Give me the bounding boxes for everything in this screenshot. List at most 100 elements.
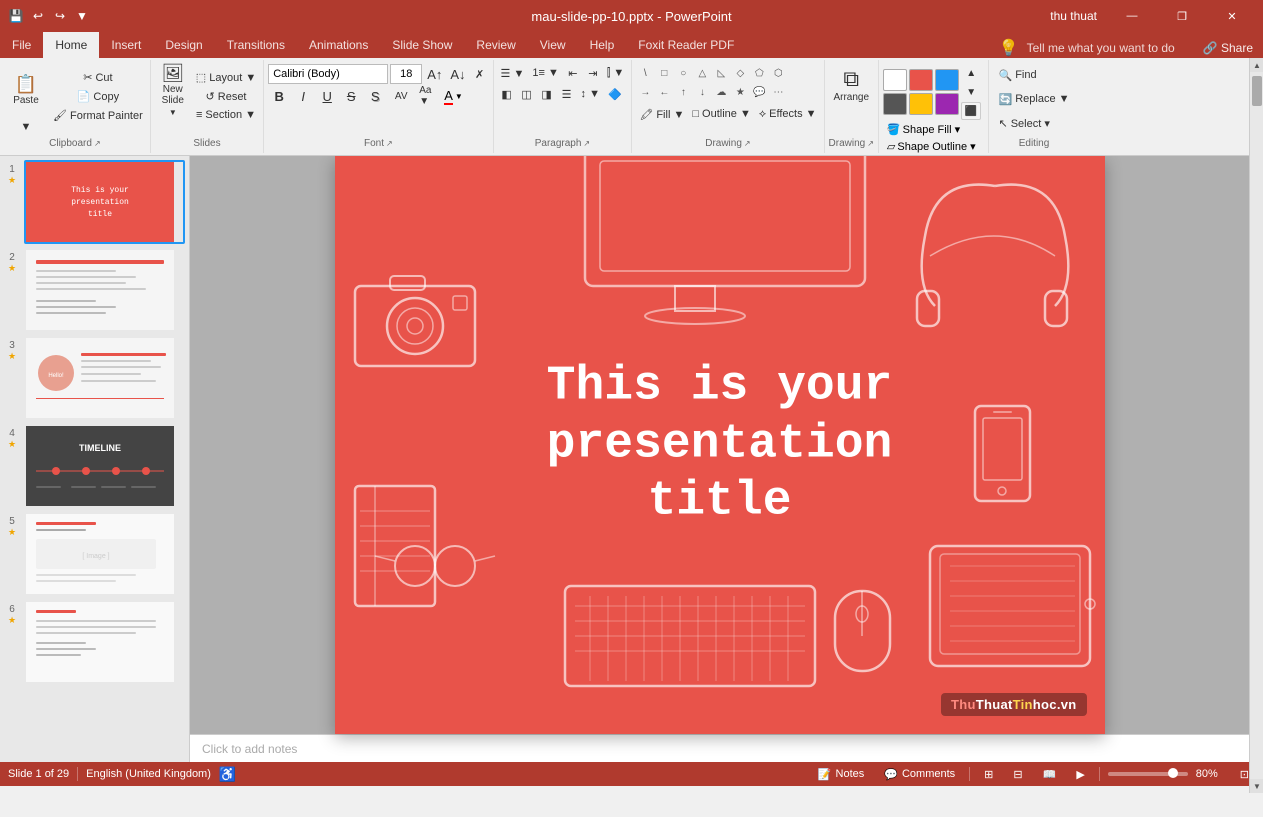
notes-button[interactable]: 📝 Notes	[812, 764, 870, 784]
numbering-button[interactable]: 1≡ ▼	[529, 64, 561, 82]
slide-thumb-2[interactable]	[24, 248, 185, 332]
font-color-dropdown[interactable]: ▼	[455, 92, 463, 101]
font-expand[interactable]: ↗	[386, 139, 393, 148]
paragraph-expand[interactable]: ↗	[583, 139, 590, 148]
font-size-selector[interactable]: 18	[390, 64, 422, 84]
tab-home[interactable]: Home	[43, 32, 99, 58]
select-button[interactable]: ↖ Select ▾	[993, 112, 1056, 134]
shape-line[interactable]: \	[636, 64, 654, 82]
shape-fill-btn-inline[interactable]: 🖍 Fill ▼	[636, 105, 687, 123]
paste-dropdown[interactable]: ▼	[17, 118, 35, 136]
slide-item-6[interactable]: 6 ★	[4, 600, 185, 684]
shape-cloud[interactable]: ☁	[712, 83, 730, 101]
shape-arrow-r[interactable]: →	[636, 83, 654, 101]
tab-view[interactable]: View	[528, 32, 578, 58]
slide-thumb-6[interactable]	[24, 600, 185, 684]
shape-callout[interactable]: 💬	[750, 83, 768, 101]
tab-file[interactable]: File	[0, 32, 43, 58]
slideshow-button[interactable]: ▶	[1070, 764, 1090, 784]
align-center-button[interactable]: ◫	[518, 85, 536, 103]
style-swatch-4[interactable]	[883, 93, 907, 115]
accessibility-icon[interactable]: ♿	[219, 766, 236, 783]
slide-item-2[interactable]: 2 ★	[4, 248, 185, 332]
shape-effects-btn-inline[interactable]: ⟡ Effects ▼	[756, 105, 820, 123]
shape-outline-btn-inline[interactable]: □ Outline ▼	[689, 105, 754, 123]
notes-input-area[interactable]: Click to add notes	[190, 734, 1249, 762]
clear-formatting-button[interactable]: ✗	[471, 65, 489, 83]
cut-button[interactable]: ✂ Cut	[50, 68, 146, 86]
lightbulb-icon[interactable]: 💡	[999, 38, 1019, 58]
customize-qat-icon[interactable]: ▼	[74, 8, 90, 24]
slide-sorter-button[interactable]: ⊟	[1007, 764, 1028, 784]
arrange-expand[interactable]: ↗	[867, 139, 874, 148]
tab-slideshow[interactable]: Slide Show	[380, 32, 464, 58]
undo-icon[interactable]: ↩	[30, 8, 46, 24]
replace-button[interactable]: 🔄 Replace ▼	[993, 88, 1076, 110]
shape-diamond[interactable]: ◇	[731, 64, 749, 82]
restore-button[interactable]: ❐	[1159, 0, 1205, 32]
slide-item-4[interactable]: 4 ★ TIMELINE	[4, 424, 185, 508]
slide-panel-scroll[interactable]: 1 ★ This is your presentation title 2 ★	[0, 156, 189, 762]
shape-pent[interactable]: ⬠	[750, 64, 768, 82]
reset-button[interactable]: ↺ Reset	[193, 87, 259, 105]
slide-thumb-4[interactable]: TIMELINE	[24, 424, 185, 508]
new-slide-button[interactable]: 🖼 NewSlide ▼	[155, 64, 191, 116]
shape-tri[interactable]: △	[693, 64, 711, 82]
zoom-slider[interactable]	[1108, 772, 1188, 776]
increase-font-button[interactable]: A↑	[424, 65, 445, 83]
italic-button[interactable]: I	[292, 87, 314, 105]
redo-icon[interactable]: ↪	[52, 8, 68, 24]
format-painter-button[interactable]: 🖌 Format Painter	[50, 106, 146, 124]
arrange-button[interactable]: ⧉ Arrange	[829, 64, 873, 105]
increase-indent-button[interactable]: ⇥	[584, 64, 602, 82]
slide-item-5[interactable]: 5 ★ [ Image ]	[4, 512, 185, 596]
shape-rect[interactable]: □	[655, 64, 673, 82]
close-button[interactable]: ✕	[1209, 0, 1255, 32]
styles-dropdown[interactable]: ▲	[961, 64, 981, 82]
layout-button[interactable]: ⬚ Layout ▼	[193, 68, 259, 86]
shape-outline-row[interactable]: ▱ Shape Outline ▾	[883, 139, 980, 154]
shadow-button[interactable]: S	[364, 87, 386, 105]
styles-more[interactable]: ⬛	[961, 102, 981, 120]
shape-hex[interactable]: ⬡	[769, 64, 787, 82]
paste-button[interactable]: 📋 Paste	[4, 64, 48, 116]
bold-button[interactable]: B	[268, 87, 290, 105]
underline-button[interactable]: U	[316, 87, 338, 105]
strikethrough-button[interactable]: S	[340, 87, 362, 105]
style-swatch-2[interactable]	[909, 69, 933, 91]
main-slide-canvas[interactable]: This is your presentation title ThuThuat…	[335, 156, 1105, 734]
share-button[interactable]: 🔗 Share	[1203, 41, 1253, 55]
shape-star[interactable]: ★	[731, 83, 749, 101]
shape-arrow-l[interactable]: ←	[655, 83, 673, 101]
shape-rt-tri[interactable]: ◺	[712, 64, 730, 82]
style-swatch-3[interactable]	[935, 69, 959, 91]
font-name-selector[interactable]: Calibri (Body)	[268, 64, 388, 84]
clipboard-expand[interactable]: ↗	[94, 139, 101, 148]
drawing-expand[interactable]: ↗	[744, 139, 751, 148]
tab-review[interactable]: Review	[464, 32, 527, 58]
decrease-indent-button[interactable]: ⇤	[564, 64, 582, 82]
style-swatch-5[interactable]	[909, 93, 933, 115]
justify-button[interactable]: ☰	[558, 85, 576, 103]
slide-thumb-1[interactable]: This is your presentation title	[24, 160, 185, 244]
slide-thumb-5[interactable]: [ Image ]	[24, 512, 185, 596]
slide-thumb-3[interactable]: Hello!	[24, 336, 185, 420]
decrease-font-button[interactable]: A↓	[447, 65, 468, 83]
section-button[interactable]: ≡ Section ▼	[193, 106, 259, 124]
smart-art-button[interactable]: 🔷	[605, 85, 625, 103]
style-swatch-6[interactable]	[935, 93, 959, 115]
tab-design[interactable]: Design	[153, 32, 214, 58]
slide-item-1[interactable]: 1 ★ This is your presentation title	[4, 160, 185, 244]
slide-title[interactable]: This is your presentation title	[547, 359, 893, 532]
styles-dropdown2[interactable]: ▼	[961, 83, 981, 101]
normal-view-button[interactable]: ⊞	[978, 764, 999, 784]
tab-animations[interactable]: Animations	[297, 32, 380, 58]
align-right-button[interactable]: ◨	[538, 85, 556, 103]
shape-more[interactable]: ⋯	[769, 83, 787, 101]
shape-arrow-d[interactable]: ↓	[693, 83, 711, 101]
bullets-button[interactable]: ☰ ▼	[498, 64, 528, 82]
style-swatch-1[interactable]	[883, 69, 907, 91]
align-left-button[interactable]: ◧	[498, 85, 516, 103]
char-spacing-button[interactable]: AV	[388, 87, 414, 105]
tell-me-text[interactable]: Tell me what you want to do	[1027, 41, 1175, 55]
